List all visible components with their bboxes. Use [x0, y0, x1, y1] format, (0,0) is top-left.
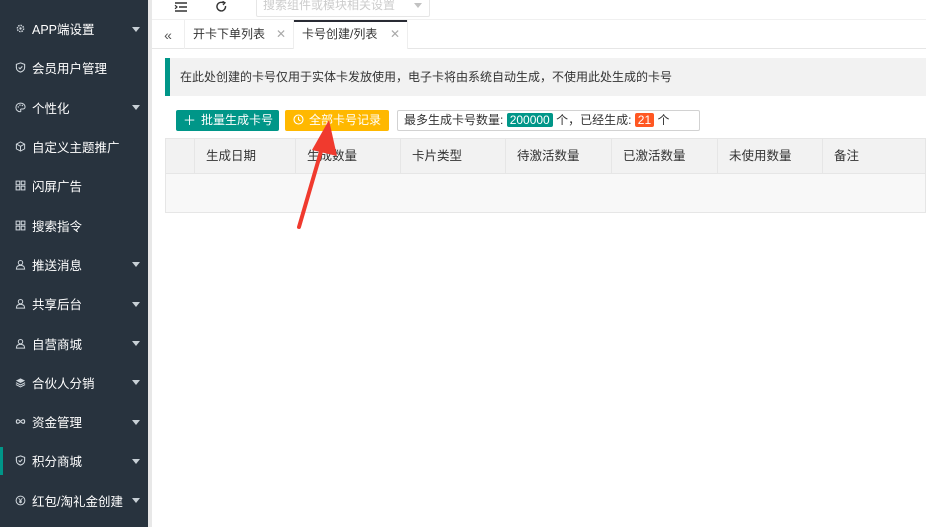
column-header: 卡片类型: [400, 139, 505, 174]
batch-generate-button[interactable]: ＋ 批量生成卡号: [176, 110, 279, 131]
tab-label: 开卡下单列表: [193, 27, 266, 41]
chevron-down-icon: [132, 262, 140, 268]
sidebar-item-label: 个性化: [32, 101, 70, 116]
chevron-down-icon: [132, 380, 140, 386]
menu-toggle-icon[interactable]: [173, 0, 189, 14]
column-header: 生成日期: [194, 139, 295, 174]
palette-icon: [14, 101, 26, 113]
sidebar-item-points-mall[interactable]: 积分商城: [0, 441, 148, 480]
sidebar: APP端设置 会员用户管理 个性化 自定义主题推广 闪屏广告 搜索指令 推送消息…: [0, 0, 152, 527]
sidebar-item-funds[interactable]: 资金管理: [0, 402, 148, 441]
shield-icon: [14, 62, 26, 74]
sidebar-item-label: 自定义主题推广: [32, 141, 120, 156]
table-header: 生成日期 生成数量 卡片类型 待激活数量 已激活数量 未使用数量 备注: [166, 139, 925, 174]
sidebar-item-label: 积分商城: [32, 455, 83, 470]
sidebar-item-label: 资金管理: [32, 416, 83, 431]
generated-count-badge: 21: [634, 113, 655, 127]
tab-card-orders[interactable]: 开卡下单列表 ✕: [185, 20, 294, 49]
sidebar-item-label: 共享后台: [32, 298, 83, 313]
gear-icon: [14, 23, 26, 35]
column-header: 备注: [822, 139, 926, 174]
column-header: 生成数量: [295, 139, 400, 174]
sidebar-item-label: 红包/淘礼金创建: [32, 494, 123, 509]
user-icon: [14, 298, 26, 310]
sidebar-item-members[interactable]: 会员用户管理: [0, 48, 148, 87]
notice-banner: 在此处创建的卡号仅用于实体卡发放使用，电子卡将由系统自动生成，不使用此处生成的卡…: [165, 58, 926, 96]
double-chevron-left-icon[interactable]: «: [152, 20, 185, 49]
sidebar-item-label: 推送消息: [32, 258, 83, 273]
sidebar-item-label: 合伙人分销: [32, 376, 95, 391]
max-count-badge: 200000: [506, 113, 553, 127]
chevron-down-icon: [132, 498, 140, 504]
sidebar-item-app-settings[interactable]: APP端设置: [0, 9, 148, 48]
sidebar-item-shared-backend[interactable]: 共享后台: [0, 284, 148, 323]
chevron-down-icon: [132, 301, 140, 307]
sidebar-item-custom-theme[interactable]: 自定义主题推广: [0, 127, 148, 166]
plus-icon: ＋: [183, 113, 197, 128]
tab-bar: « 开卡下单列表 ✕ 卡号创建/列表 ✕: [152, 20, 926, 49]
sidebar-item-label: 闪屏广告: [32, 180, 83, 195]
column-header: 已激活数量: [611, 139, 717, 174]
generation-stats: 最多生成卡号数量: 200000 个，已经生成: 21 个: [397, 110, 700, 131]
grid-icon: [14, 219, 26, 231]
tab-label: 卡号创建/列表: [302, 27, 378, 41]
close-icon[interactable]: ✕: [276, 20, 286, 49]
table-body-empty: [166, 174, 925, 212]
top-bar: 搜索组件或模块相关设置: [152, 0, 926, 20]
chevron-down-icon: [132, 341, 140, 347]
main-content: 在此处创建的卡号仅用于实体卡发放使用，电子卡将由系统自动生成，不使用此处生成的卡…: [152, 50, 926, 527]
sidebar-item-splash-ads[interactable]: 闪屏广告: [0, 166, 148, 205]
grid-icon: [14, 180, 26, 192]
sidebar-item-search-commands[interactable]: 搜索指令: [0, 205, 148, 244]
sidebar-item-push-messages[interactable]: 推送消息: [0, 245, 148, 284]
search-input[interactable]: 搜索组件或模块相关设置: [256, 0, 430, 17]
column-header: 待激活数量: [505, 139, 611, 174]
button-label: 全部卡号记录: [309, 113, 382, 127]
stat-prefix: 最多生成卡号数量:: [404, 113, 504, 127]
sidebar-item-self-mall[interactable]: 自营商城: [0, 323, 148, 362]
sidebar-item-label: 自营商城: [32, 337, 83, 352]
cube-icon: [14, 141, 26, 153]
sidebar-item-label: 会员用户管理: [32, 62, 108, 77]
clock-icon: [293, 110, 304, 131]
tab-card-create-list[interactable]: 卡号创建/列表 ✕: [294, 20, 408, 49]
close-icon[interactable]: ✕: [390, 20, 400, 49]
stat-mid: 个，已经生成:: [556, 113, 632, 127]
sidebar-item-red-packet[interactable]: 红包/淘礼金创建: [0, 481, 148, 520]
button-label: 批量生成卡号: [201, 113, 274, 127]
stat-suffix: 个: [657, 113, 670, 127]
chevron-down-icon: [414, 3, 422, 8]
chevron-down-icon: [132, 26, 140, 32]
user-icon: [14, 337, 26, 349]
sidebar-item-label: 搜索指令: [32, 219, 83, 234]
chevron-down-icon: [132, 105, 140, 111]
search-placeholder: 搜索组件或模块相关设置: [263, 0, 396, 12]
sidebar-item-partner-distribution[interactable]: 合伙人分销: [0, 363, 148, 402]
card-table: 生成日期 生成数量 卡片类型 待激活数量 已激活数量 未使用数量 备注: [165, 138, 926, 213]
user-icon: [14, 258, 26, 270]
all-card-records-button[interactable]: 全部卡号记录: [285, 110, 389, 131]
column-header: 未使用数量: [717, 139, 822, 174]
infinity-icon: [14, 416, 26, 428]
chevron-down-icon: [132, 458, 140, 464]
chevron-down-icon: [132, 419, 140, 425]
yen-icon: [14, 494, 26, 506]
shield-icon: [14, 455, 26, 467]
sidebar-item-label: APP端设置: [32, 23, 95, 38]
layers-icon: [14, 376, 26, 388]
sidebar-item-personalize[interactable]: 个性化: [0, 88, 148, 127]
refresh-icon[interactable]: [213, 0, 229, 14]
